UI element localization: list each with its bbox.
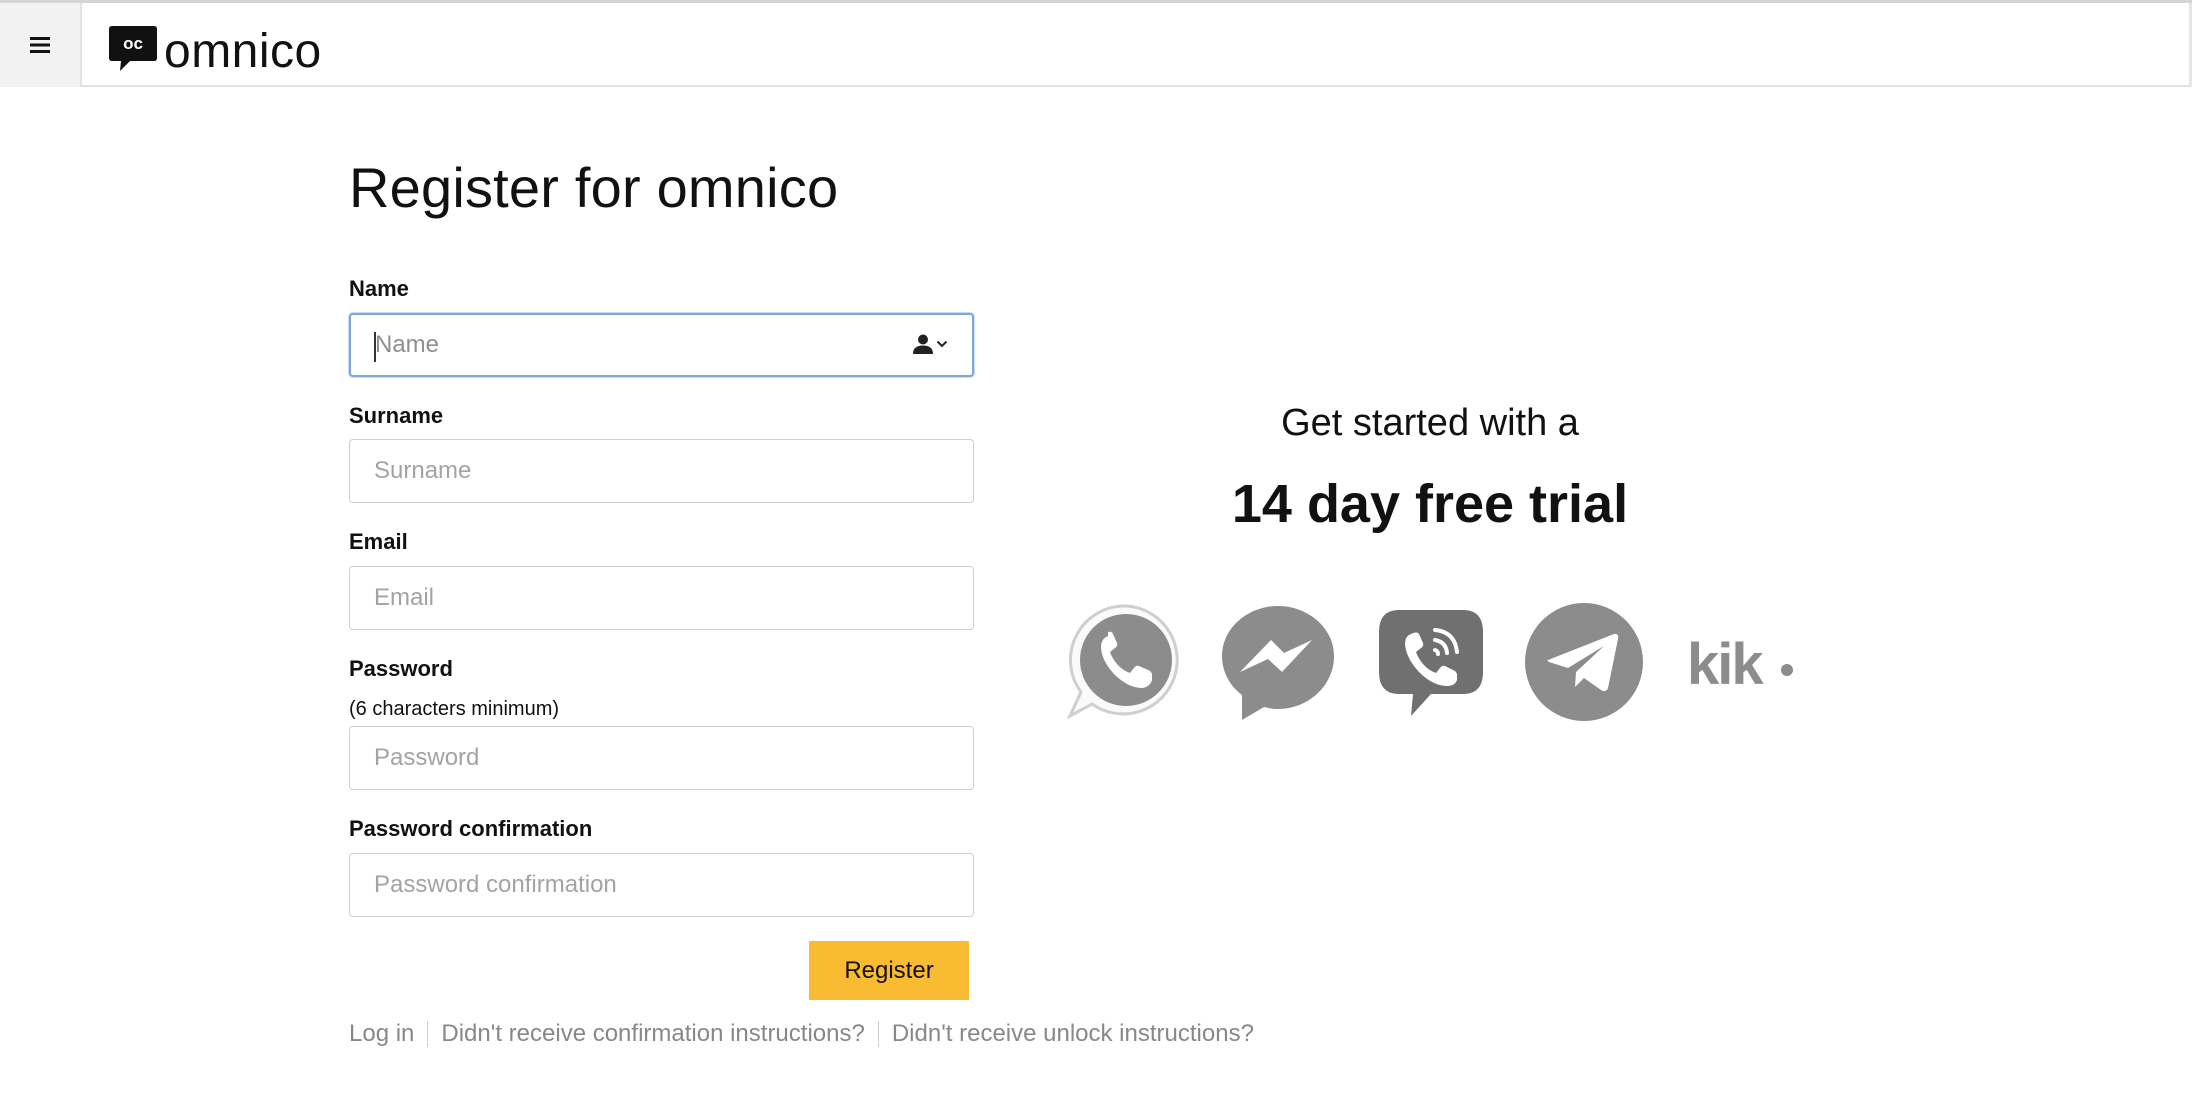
register-button[interactable]: Register: [809, 941, 969, 1000]
omnico-logo[interactable]: oc omnico: [108, 20, 322, 76]
email-label: Email: [349, 529, 408, 554]
name-label: Name: [349, 276, 409, 301]
password-hint: (6 characters minimum): [349, 698, 560, 720]
password-confirmation-label: Password confirmation: [349, 816, 593, 841]
telegram-icon: [1525, 603, 1643, 721]
omnico-logo-mark: oc: [109, 26, 157, 71]
svg-text:oc: oc: [123, 34, 143, 53]
surname-field[interactable]: [349, 439, 974, 503]
auth-links: Log in Didn't receive confirmation instr…: [349, 1020, 1254, 1048]
password-label: Password: [349, 656, 453, 681]
password-confirmation-field[interactable]: [349, 853, 974, 917]
email-field[interactable]: [349, 566, 974, 630]
kik-icon: kik: [1687, 632, 1793, 697]
promo-headline: 14 day free trial: [1231, 474, 1629, 534]
surname-label: Surname: [349, 403, 444, 428]
password-confirmation-input[interactable]: [374, 871, 949, 899]
svg-text:kik: kik: [1687, 632, 1764, 697]
confirmation-instructions-link[interactable]: Didn't receive confirmation instructions…: [441, 1020, 864, 1048]
name-input[interactable]: [375, 331, 948, 359]
logo-text: omnico: [164, 25, 322, 78]
top-navbar: oc omnico: [0, 0, 2192, 87]
name-field[interactable]: [349, 313, 974, 377]
unlock-instructions-link[interactable]: Didn't receive unlock instructions?: [892, 1020, 1254, 1048]
chevron-down-icon: [936, 340, 948, 348]
email-input[interactable]: [374, 584, 949, 612]
promo-subtitle: Get started with a: [1281, 402, 1579, 444]
viber-icon: [1379, 610, 1483, 716]
messenger-icon: [1222, 606, 1334, 720]
hamburger-menu-button[interactable]: [0, 3, 82, 87]
password-field[interactable]: [349, 726, 974, 790]
login-link[interactable]: Log in: [349, 1020, 414, 1048]
link-divider: [877, 1021, 879, 1047]
page-title: Register for omnico: [349, 156, 839, 219]
hamburger-menu-icon: [30, 37, 50, 53]
text-caret: [374, 332, 376, 362]
link-divider: [427, 1021, 429, 1047]
contact-card-icon[interactable]: [912, 333, 948, 355]
whatsapp-icon: [1066, 604, 1179, 720]
password-input[interactable]: [374, 744, 949, 772]
surname-input[interactable]: [374, 457, 949, 485]
